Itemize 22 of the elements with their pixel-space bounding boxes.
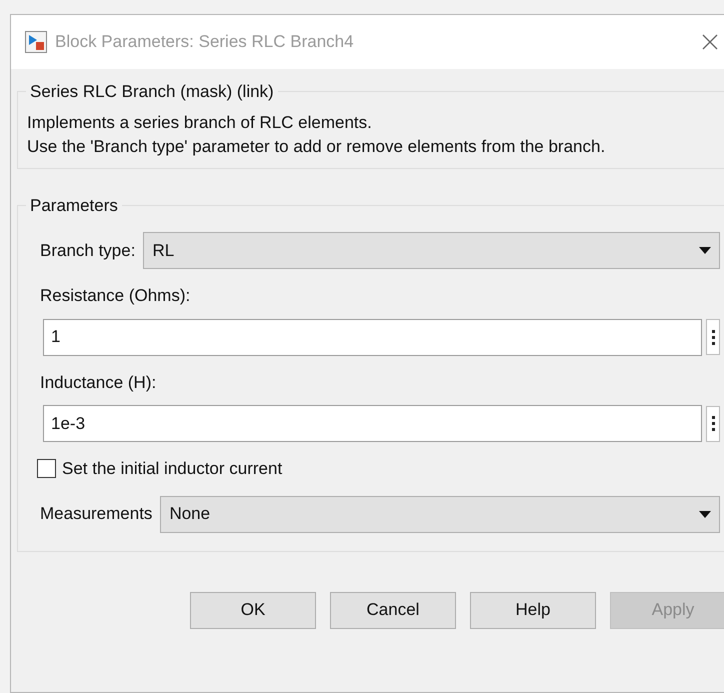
close-button[interactable]	[700, 32, 720, 52]
field-label: Measurements	[40, 503, 152, 526]
dialog-button[interactable]: Help	[470, 592, 596, 628]
description-text: Use the 'Branch type' parameter to add or remove elements from the branch.	[27, 136, 606, 158]
checkbox[interactable]	[37, 459, 56, 478]
input-field[interactable]: 1	[43, 318, 702, 356]
input-field[interactable]: 1e-3	[43, 405, 702, 442]
dialog-button[interactable]: OK	[190, 592, 316, 628]
window-title: Block Parameters: Series RLC Branch4	[55, 31, 355, 54]
dropdown-caret-icon	[699, 247, 711, 254]
field-label: Inductance (H):	[40, 372, 158, 394]
dialog-button[interactable]: Cancel	[330, 592, 456, 628]
field-label: Resistance (Ohms):	[40, 285, 192, 307]
field-label: Branch type:	[40, 240, 136, 262]
more-options-button[interactable]	[706, 406, 720, 442]
app-icon	[25, 31, 47, 53]
dropdown[interactable]: None	[160, 496, 720, 532]
checkbox-label: Set the initial inductor current	[62, 458, 282, 480]
more-options-button[interactable]	[706, 319, 720, 355]
description-text: Implements a series branch of RLC elements.	[27, 112, 373, 134]
dropdown[interactable]: RL	[143, 232, 720, 269]
dropdown-caret-icon	[699, 510, 711, 518]
